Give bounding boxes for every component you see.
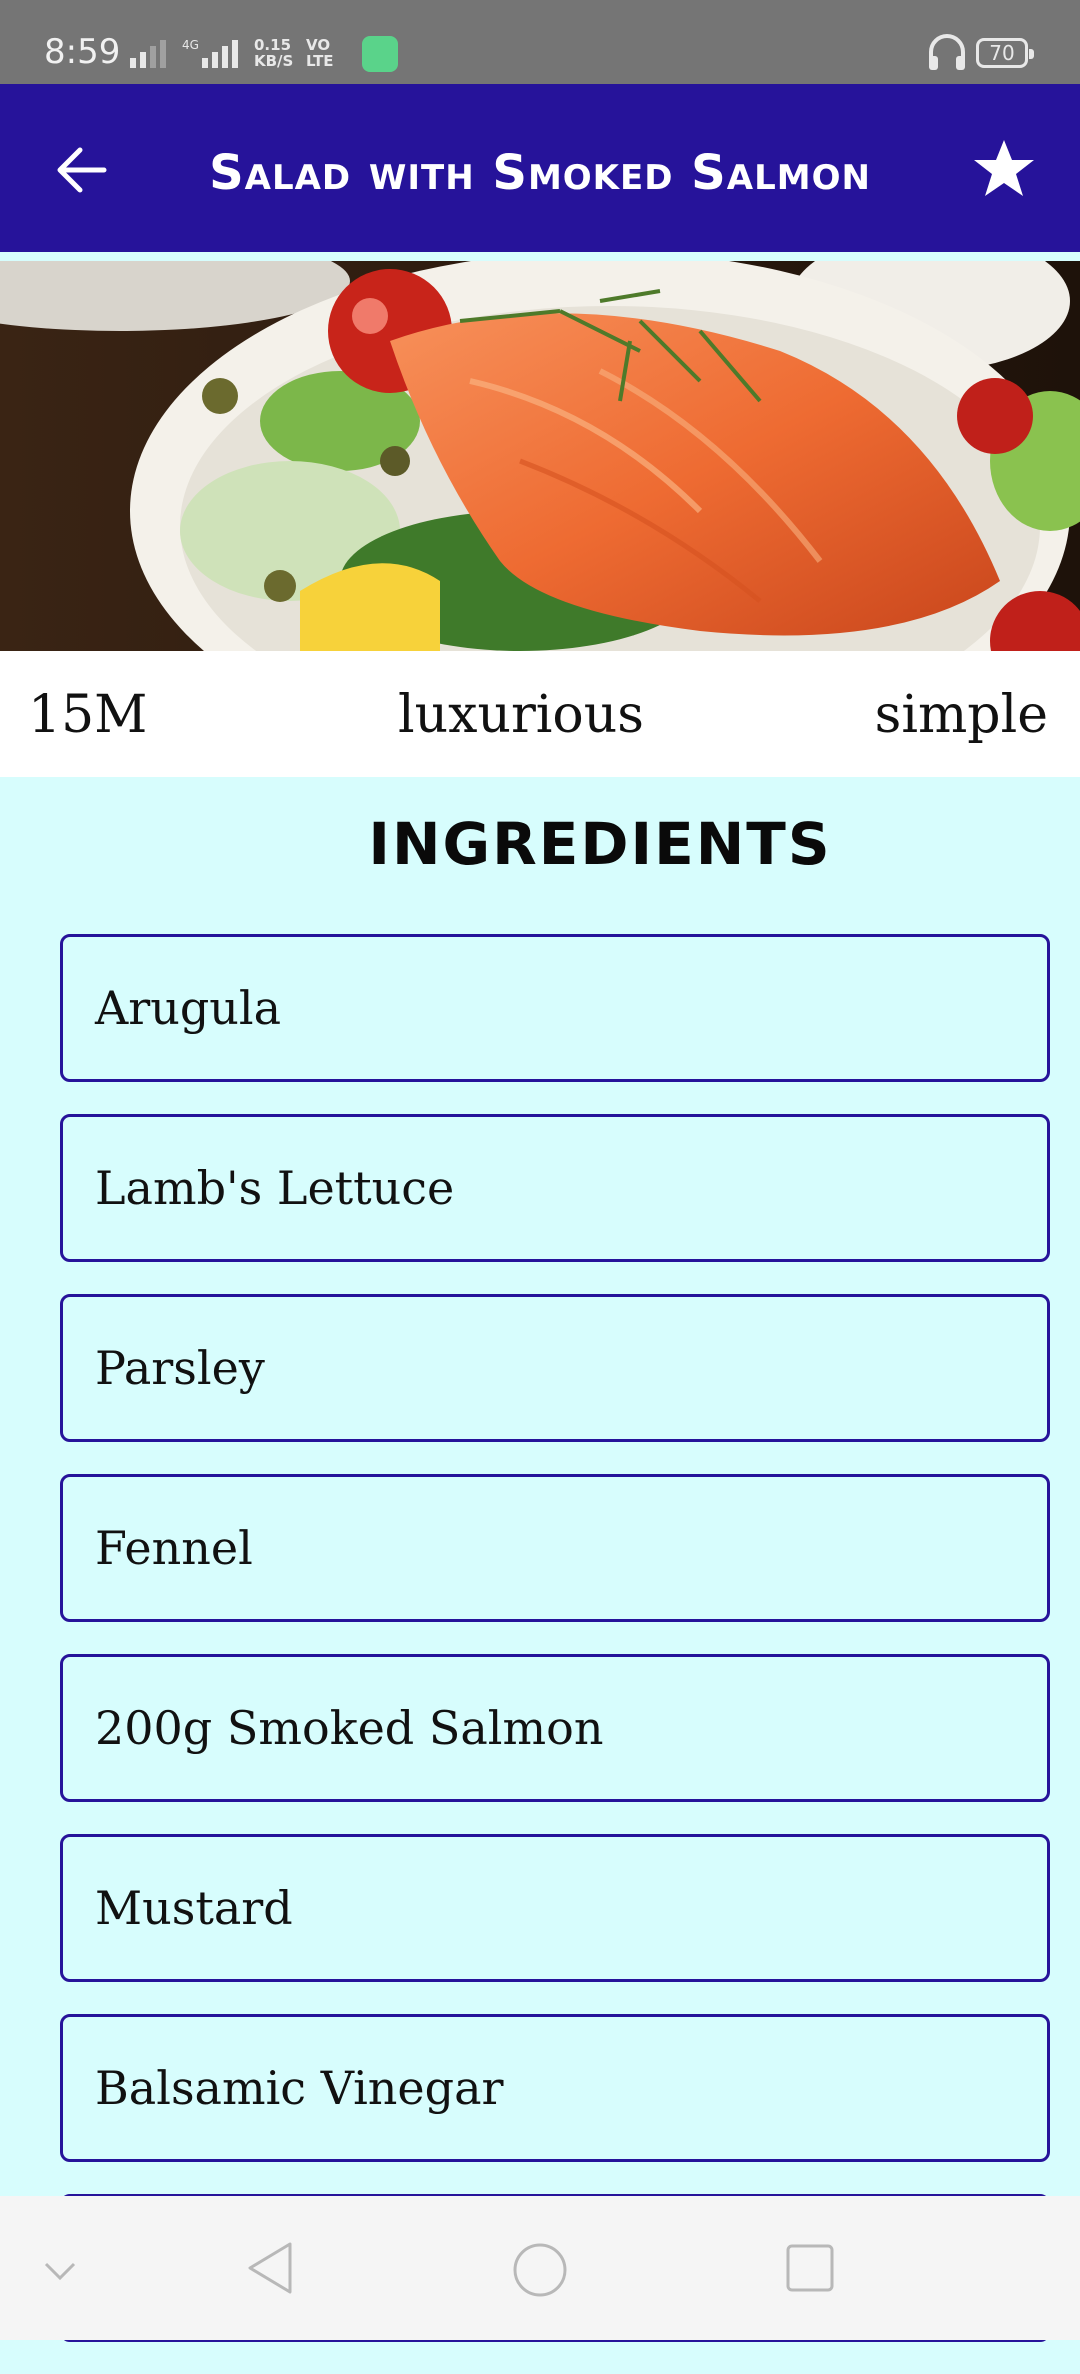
duration-label: 15M (28, 685, 148, 745)
ingredient-card: Parsley (60, 1294, 1050, 1442)
ingredient-label: Arugula (95, 981, 282, 1035)
ingredient-label: Fennel (95, 1521, 253, 1575)
ingredient-card: Fennel (60, 1474, 1050, 1622)
back-arrow-icon[interactable] (52, 140, 112, 200)
complexity-label: simple (874, 685, 1048, 745)
system-nav-bar (0, 2196, 1080, 2340)
status-bar: 8:59 4G 0.15 KB/S VO LTE 70 (0, 0, 1080, 84)
headphones-icon (929, 34, 965, 70)
lte-label: LTE (306, 52, 334, 70)
chevron-down-icon[interactable] (40, 2256, 80, 2286)
recipe-meta-row: 15M luxurious simple (0, 651, 1080, 777)
volte-label: VO (306, 36, 331, 54)
signal-4g-icon: 4G (182, 38, 238, 68)
ingredient-label: Mustard (95, 1881, 293, 1935)
app-notification-icon (362, 36, 398, 72)
page-title: Salad with Smoked Salmon (209, 145, 871, 201)
favorite-star-icon[interactable] (972, 136, 1036, 200)
ingredient-card: Balsamic Vinegar (60, 2014, 1050, 2162)
ingredients-heading: INGREDIENTS (368, 810, 832, 878)
svg-text:4G: 4G (182, 38, 199, 52)
ingredient-label: Parsley (95, 1341, 265, 1395)
recipe-image (0, 261, 1080, 651)
ingredient-label: Lamb's Lettuce (95, 1161, 455, 1215)
affordability-label: luxurious (398, 685, 644, 745)
nav-back-icon[interactable] (244, 2240, 296, 2296)
ingredient-card: Arugula (60, 934, 1050, 1082)
ingredient-card: Mustard (60, 1834, 1050, 1982)
net-unit: KB/S (254, 52, 294, 70)
nav-recents-icon[interactable] (784, 2242, 836, 2294)
battery-icon: 70 (976, 38, 1034, 68)
status-time: 8:59 (44, 32, 121, 72)
net-speed: 0.15 (254, 36, 292, 54)
ingredient-card: 200g Smoked Salmon (60, 1654, 1050, 1802)
ingredients-list: Arugula Lamb's Lettuce Parsley Fennel 20… (60, 934, 1050, 2374)
ingredient-label: Balsamic Vinegar (95, 2061, 504, 2115)
signal-icon (130, 40, 166, 68)
ingredient-label: 200g Smoked Salmon (95, 1701, 604, 1755)
ingredient-card: Lamb's Lettuce (60, 1114, 1050, 1262)
nav-home-icon[interactable] (510, 2240, 570, 2300)
